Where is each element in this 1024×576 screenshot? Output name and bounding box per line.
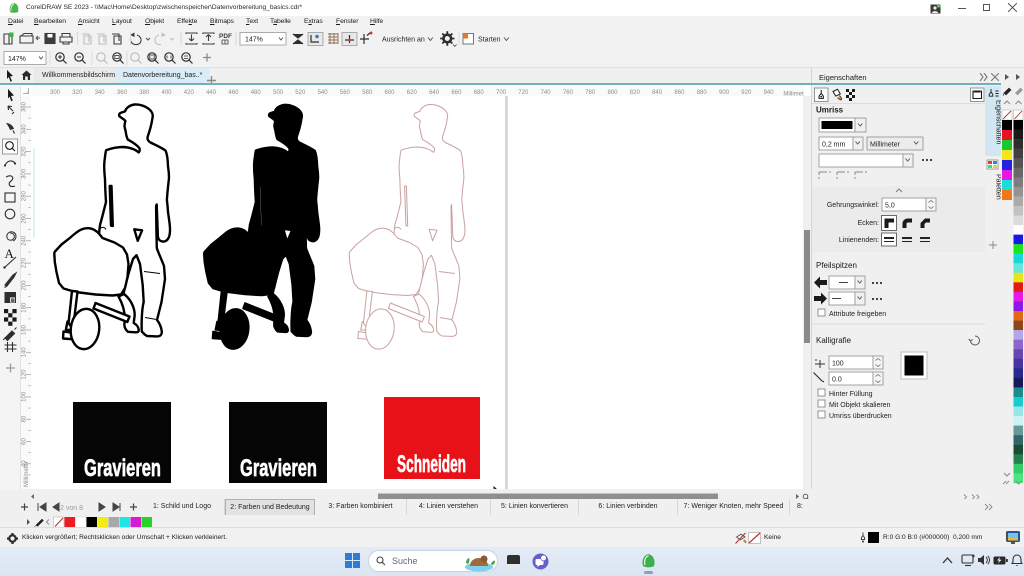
svg-text:260: 260 — [22, 213, 28, 224]
svg-text:140: 140 — [22, 347, 28, 358]
svg-text:220: 220 — [22, 257, 28, 268]
svg-text:Hinter Füllung: Hinter Füllung — [829, 391, 873, 398]
svg-text:360: 360 — [22, 101, 28, 112]
svg-text:Umriss: Umriss — [816, 106, 844, 115]
svg-text:Schneiden: Schneiden — [397, 451, 466, 478]
svg-text:Millimeter: Millimeter — [24, 461, 30, 487]
svg-text:147%: 147% — [8, 56, 26, 63]
svg-text:160: 160 — [22, 324, 28, 335]
svg-text:280: 280 — [22, 191, 28, 202]
svg-text:100: 100 — [832, 361, 844, 368]
svg-text:PDF: PDF — [219, 33, 232, 40]
svg-text:Gravieren: Gravieren — [84, 455, 161, 482]
svg-text:Starten: Starten — [478, 37, 501, 44]
svg-text:0.0: 0.0 — [832, 377, 842, 384]
svg-text:2 von 8: 2 von 8 — [60, 505, 83, 512]
svg-text:A: A — [5, 246, 15, 261]
svg-text:Gehrungswinkel:: Gehrungswinkel: — [827, 202, 879, 209]
svg-text:340: 340 — [22, 124, 28, 135]
svg-text:Ecken:: Ecken: — [858, 220, 879, 227]
svg-text:320: 320 — [22, 146, 28, 157]
svg-text:Gravieren: Gravieren — [240, 455, 317, 482]
svg-text:Attribute freigeben: Attribute freigeben — [829, 311, 886, 318]
svg-text:60: 60 — [22, 438, 28, 445]
svg-text:Kalligrafie: Kalligrafie — [816, 336, 852, 345]
svg-text:200: 200 — [22, 280, 28, 291]
svg-text:Pfeilspitzen: Pfeilspitzen — [816, 261, 857, 270]
svg-text:Linienenden:: Linienenden: — [839, 237, 879, 244]
svg-text:240: 240 — [22, 235, 28, 246]
svg-text:0,2 mm: 0,2 mm — [822, 142, 846, 149]
svg-text:300: 300 — [22, 168, 28, 179]
svg-text:120: 120 — [22, 369, 28, 380]
svg-text:Millimeter: Millimeter — [870, 142, 901, 149]
svg-text:147%: 147% — [245, 37, 263, 44]
svg-text:180: 180 — [22, 302, 28, 313]
svg-text:Umriss überdrucken: Umriss überdrucken — [829, 413, 892, 420]
svg-text:Mit Objekt skalieren: Mit Objekt skalieren — [829, 402, 891, 409]
svg-text:Ausrichten an: Ausrichten an — [382, 37, 425, 44]
svg-text:80: 80 — [22, 415, 28, 422]
svg-text:100: 100 — [22, 391, 28, 402]
svg-text:5,0: 5,0 — [885, 203, 895, 210]
